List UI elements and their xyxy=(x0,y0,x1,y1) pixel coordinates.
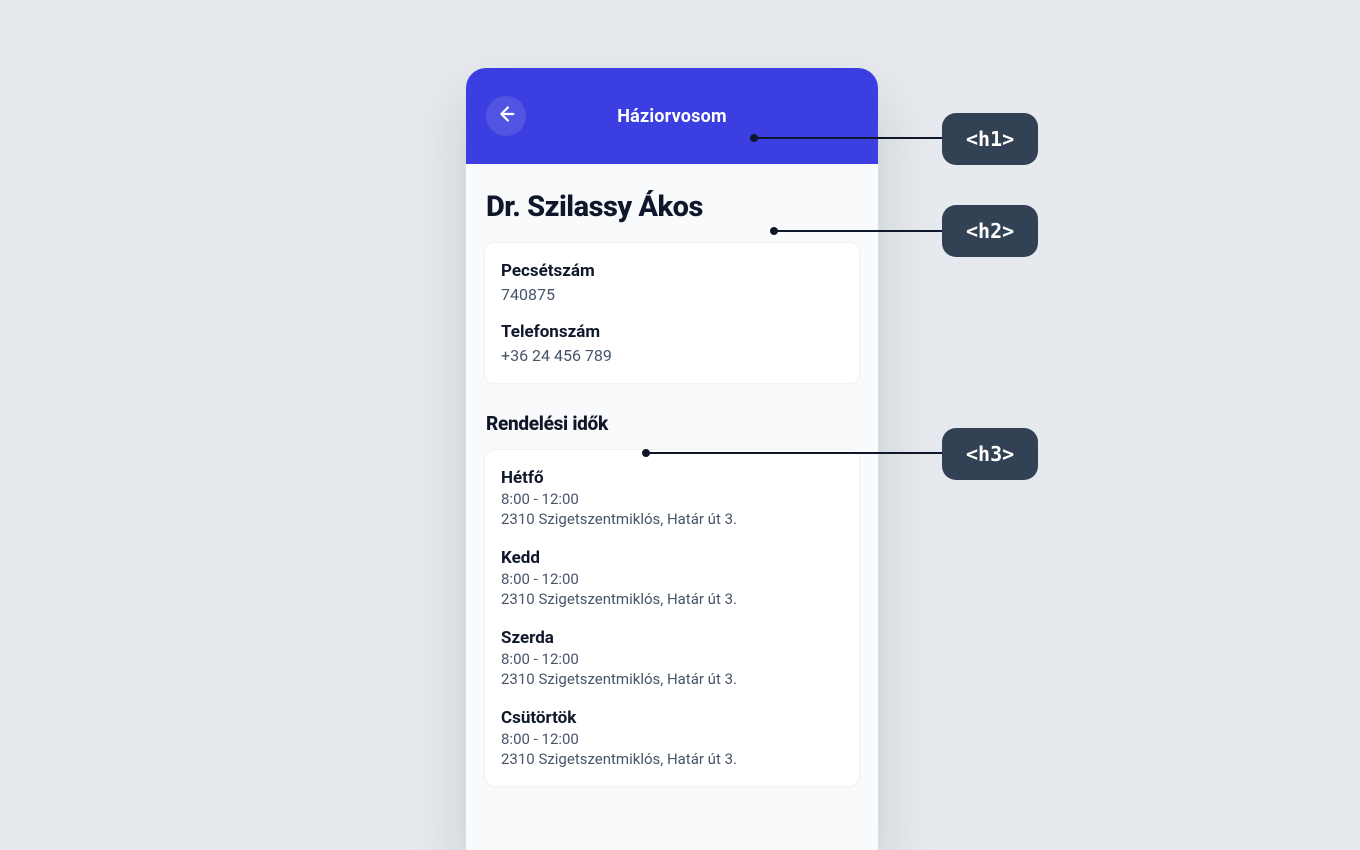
day-address: 2310 Szigetszentmiklós, Határ út 3. xyxy=(501,670,843,688)
app-frame: Háziorvosom Dr. Szilassy Ákos Pecsétszám… xyxy=(466,68,878,850)
day-time: 8:00 - 12:00 xyxy=(501,650,843,668)
annotation-connector xyxy=(646,452,942,454)
list-item: Kedd 8:00 - 12:00 2310 Szigetszentmiklós… xyxy=(501,548,843,608)
stamp-number-label: Pecsétszám xyxy=(501,261,843,281)
day-address: 2310 Szigetszentmiklós, Határ út 3. xyxy=(501,510,843,528)
page-title: Háziorvosom xyxy=(617,106,727,127)
stamp-number-value: 740875 xyxy=(501,285,843,304)
annotation-connector xyxy=(774,230,942,232)
back-button[interactable] xyxy=(486,96,526,136)
day-name: Kedd xyxy=(501,548,843,568)
content-area: Dr. Szilassy Ákos Pecsétszám 740875 Tele… xyxy=(466,164,878,827)
day-name: Csütörtök xyxy=(501,708,843,728)
hours-card: Hétfő 8:00 - 12:00 2310 Szigetszentmikló… xyxy=(484,449,860,787)
annotation-connector xyxy=(754,137,942,139)
office-hours-heading: Rendelési idők xyxy=(486,412,860,435)
day-name: Hétfő xyxy=(501,468,843,488)
info-card: Pecsétszám 740875 Telefonszám +36 24 456… xyxy=(484,242,860,384)
phone-number-label: Telefonszám xyxy=(501,322,843,342)
annotation-badge-h1: <h1> xyxy=(942,113,1038,165)
list-item: Csütörtök 8:00 - 12:00 2310 Szigetszentm… xyxy=(501,708,843,768)
phone-number-value: +36 24 456 789 xyxy=(501,346,843,365)
day-time: 8:00 - 12:00 xyxy=(501,730,843,748)
day-name: Szerda xyxy=(501,628,843,648)
list-item: Hétfő 8:00 - 12:00 2310 Szigetszentmikló… xyxy=(501,468,843,528)
annotation-badge-h3: <h3> xyxy=(942,428,1038,480)
day-time: 8:00 - 12:00 xyxy=(501,570,843,588)
day-address: 2310 Szigetszentmiklós, Határ út 3. xyxy=(501,750,843,768)
list-item: Szerda 8:00 - 12:00 2310 Szigetszentmikl… xyxy=(501,628,843,688)
day-time: 8:00 - 12:00 xyxy=(501,490,843,508)
arrow-left-icon xyxy=(495,103,517,129)
day-address: 2310 Szigetszentmiklós, Határ út 3. xyxy=(501,590,843,608)
canvas: Háziorvosom Dr. Szilassy Ákos Pecsétszám… xyxy=(0,0,1360,850)
app-header: Háziorvosom xyxy=(466,68,878,164)
doctor-name: Dr. Szilassy Ákos xyxy=(486,190,860,224)
annotation-badge-h2: <h2> xyxy=(942,205,1038,257)
